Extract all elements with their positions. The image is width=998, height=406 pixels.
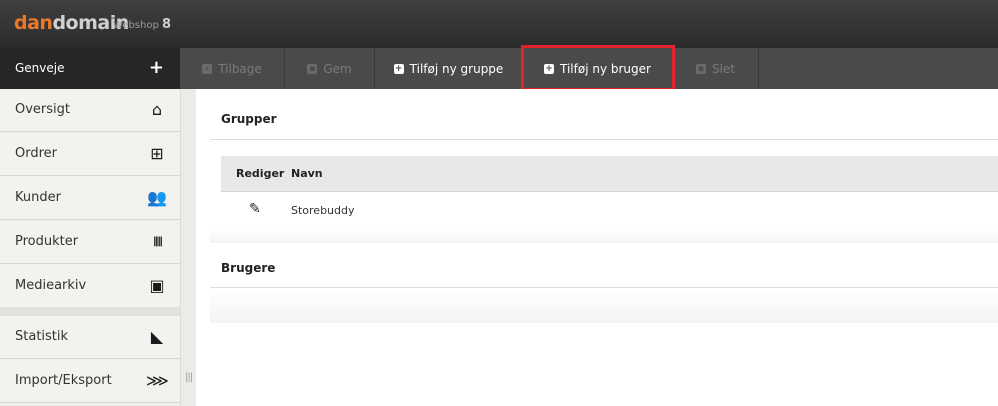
sidebar-item-label: Mediearkiv: [15, 278, 87, 293]
sidebar-item-label: Produkter: [15, 234, 79, 249]
table-row[interactable]: ✎ Storebuddy: [221, 193, 998, 229]
sidebar: Oversigt ⌂ Ordrer ⊞ Kunder 👥 Produkter |…: [0, 89, 180, 406]
save-button[interactable]: ▪ Gem: [285, 48, 375, 89]
trash-icon: ▪: [695, 63, 706, 74]
edit-icon[interactable]: ✎: [249, 201, 261, 217]
column-header-rediger: Rediger: [236, 167, 285, 180]
main-content: Grupper Rediger Navn ✎ Storebuddy Bruger…: [196, 89, 998, 406]
chart-icon: ◣: [150, 327, 164, 346]
product-version: 8: [162, 17, 172, 32]
product-label: Webshop: [113, 20, 159, 31]
sidebar-item-label: Statistik: [15, 329, 69, 344]
home-icon: ⌂: [151, 100, 163, 119]
sidebar-separator: [0, 307, 180, 316]
shortcuts-header[interactable]: Genveje +: [0, 48, 180, 89]
group-name: Storebuddy: [291, 204, 355, 217]
groups-table-header: Rediger Navn: [221, 156, 998, 192]
highlight-box: [521, 45, 675, 91]
add-group-button-label: Tilføj ny gruppe: [409, 61, 504, 76]
shortcuts-label: Genveje: [15, 61, 65, 75]
sidebar-item-label: Ordrer: [15, 146, 58, 161]
users-panel: [210, 288, 998, 323]
action-toolbar: Genveje + ‹ Tilbage ▪ Gem + Tilføj ny gr…: [0, 48, 998, 89]
grip-icon: |||: [185, 372, 193, 383]
sidebar-item-label: Oversigt: [15, 102, 71, 117]
back-button[interactable]: ‹ Tilbage: [180, 48, 285, 89]
add-shortcut-icon[interactable]: +: [149, 57, 164, 78]
media-icon: ▣: [149, 276, 165, 295]
groups-title: Grupper: [221, 112, 277, 126]
sidebar-item-oversigt[interactable]: Oversigt ⌂: [0, 89, 180, 132]
dandomain-logo[interactable]: dandomain: [14, 12, 129, 34]
column-header-navn: Navn: [291, 167, 323, 180]
basket-icon: ⊞: [150, 144, 164, 163]
barcode-icon: |||||: [152, 236, 163, 247]
sidebar-item-mediearkiv[interactable]: Mediearkiv ▣: [0, 265, 180, 308]
save-button-label: Gem: [323, 61, 352, 76]
import-export-icon: ⋙: [146, 371, 169, 390]
top-header: dandomain Webshop 8: [0, 0, 998, 48]
sidebar-item-produkter[interactable]: Produkter |||||: [0, 221, 180, 264]
sidebar-item-statistik[interactable]: Statistik ◣: [0, 316, 180, 359]
sidebar-item-label: Kunder: [15, 190, 61, 205]
sidebar-item-kunder[interactable]: Kunder 👥: [0, 177, 180, 220]
users-title: Brugere: [221, 261, 276, 275]
add-group-button[interactable]: + Tilføj ny gruppe: [375, 48, 523, 89]
delete-button[interactable]: ▪ Slet: [673, 48, 759, 89]
back-button-label: Tilbage: [218, 61, 262, 76]
logo-part-dan: dan: [14, 12, 53, 34]
sidebar-item-label: Import/Eksport: [15, 373, 112, 388]
product-name: Webshop 8: [113, 17, 171, 32]
plus-icon: +: [393, 63, 404, 74]
groups-divider: [210, 139, 998, 140]
users-icon: 👥: [147, 188, 167, 207]
delete-button-label: Slet: [711, 61, 736, 76]
back-icon: ‹: [202, 63, 213, 74]
sidebar-resize-handle[interactable]: |||: [180, 89, 196, 406]
save-icon: ▪: [307, 63, 318, 74]
sidebar-item-ordrer[interactable]: Ordrer ⊞: [0, 133, 180, 176]
sidebar-item-import-eksport[interactable]: Import/Eksport ⋙: [0, 360, 180, 403]
groups-panel-footer: [210, 229, 998, 243]
